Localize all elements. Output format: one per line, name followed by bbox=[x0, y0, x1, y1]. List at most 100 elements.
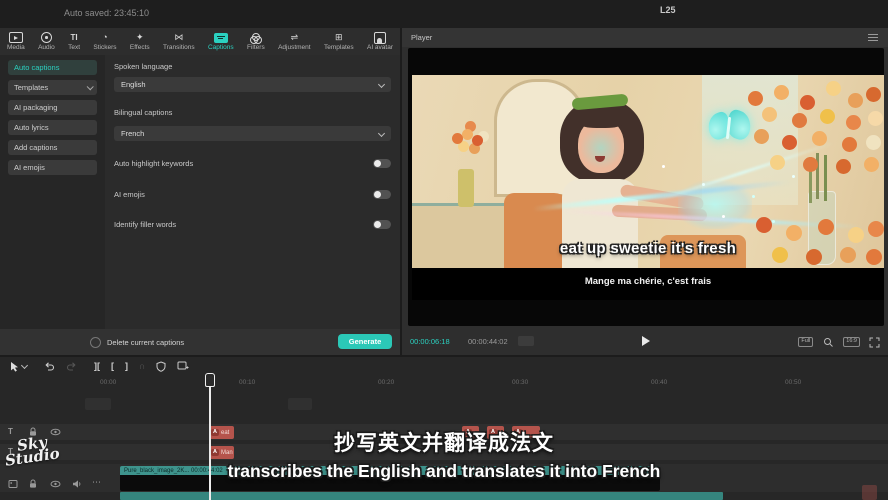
delete-left-icon[interactable]: [ bbox=[111, 362, 114, 371]
sidebar-item-add-captions[interactable]: Add captions bbox=[8, 140, 97, 155]
audio-icon bbox=[41, 32, 52, 43]
toolbar-audio[interactable]: Audio bbox=[38, 32, 55, 51]
sidebar-item-ai-packaging[interactable]: AI packaging bbox=[8, 100, 97, 115]
captions-icon bbox=[214, 32, 228, 43]
player-header: Player bbox=[402, 28, 888, 47]
overlay-subtitle-chinese: 抄写英文并翻译成法文 bbox=[0, 427, 888, 457]
ruler-tick: 00:00 bbox=[100, 379, 116, 386]
add-frame-icon[interactable] bbox=[177, 361, 189, 371]
toolbar-templates[interactable]: ⊞ Templates bbox=[324, 32, 354, 51]
window-title: L25 bbox=[660, 5, 676, 15]
captions-panel-footer: Delete current captions Generate bbox=[0, 329, 400, 355]
chevron-down-icon bbox=[87, 83, 94, 90]
stickers-icon: ◔ bbox=[102, 32, 107, 43]
playhead-handle[interactable] bbox=[205, 373, 215, 387]
left-vase bbox=[458, 169, 474, 207]
overlay-subtitle-english: transcribes the English and translates i… bbox=[0, 461, 888, 482]
delete-right-icon[interactable]: ] bbox=[125, 362, 128, 371]
total-duration: 00:00:44:02 bbox=[468, 337, 508, 346]
toolbar-transitions-label: Transitions bbox=[163, 44, 195, 51]
toolbar-stickers[interactable]: ◔ Stickers bbox=[93, 32, 116, 51]
toolbar-transitions[interactable]: ⋈ Transitions bbox=[163, 32, 195, 51]
aspect-ratio-button[interactable]: 16:9 bbox=[843, 337, 860, 347]
redo-icon[interactable] bbox=[66, 361, 77, 371]
left-bouquet bbox=[452, 133, 463, 144]
ai-emojis-label: AI emojis bbox=[114, 190, 145, 199]
play-button[interactable] bbox=[642, 336, 650, 346]
toolbar-adjustment-label: Adjustment bbox=[278, 44, 311, 51]
time-options-badge[interactable] bbox=[518, 336, 534, 346]
player-title: Player bbox=[411, 33, 432, 42]
timeline-toolbar: ][ [ ] ∩ bbox=[0, 357, 888, 375]
ruler-tick: 00:20 bbox=[378, 379, 394, 386]
player-controls: 00:00:06:18 00:00:44:02 Full 16:9 bbox=[402, 328, 888, 355]
auto-highlight-keywords-label: Auto highlight keywords bbox=[114, 159, 193, 168]
adjustment-icon: ⇌ bbox=[291, 32, 299, 43]
fullscreen-icon[interactable] bbox=[869, 337, 880, 348]
templates-icon: ⊞ bbox=[335, 32, 343, 43]
right-stems bbox=[816, 153, 819, 199]
current-time: 00:00:06:18 bbox=[410, 337, 450, 346]
auto-captions-panel: Spoken language English Bilingual captio… bbox=[105, 55, 400, 329]
auto-highlight-keywords-toggle[interactable] bbox=[373, 159, 391, 168]
toolbar-media[interactable]: Media bbox=[7, 32, 25, 51]
cabinet bbox=[412, 203, 508, 268]
bilingual-captions-label: Bilingual captions bbox=[114, 108, 172, 117]
toggle-knob bbox=[374, 191, 381, 198]
sidebar-ai-emojis-label: AI emojis bbox=[14, 163, 45, 172]
media-icon bbox=[9, 32, 23, 43]
ruler-tick: 00:40 bbox=[651, 379, 667, 386]
delete-current-captions-label: Delete current captions bbox=[107, 338, 184, 347]
ruler-tick: 00:50 bbox=[785, 379, 801, 386]
mask-shield-icon[interactable] bbox=[156, 361, 166, 372]
sidebar-ai-packaging-label: AI packaging bbox=[14, 103, 57, 112]
delete-current-captions-checkbox[interactable] bbox=[90, 337, 101, 348]
ghost-clip bbox=[85, 398, 111, 410]
caption-clip bbox=[862, 485, 877, 500]
sidebar-templates-label: Templates bbox=[14, 83, 48, 92]
toolbar-media-label: Media bbox=[7, 44, 25, 51]
toggle-knob bbox=[374, 160, 381, 167]
filters-icon bbox=[250, 32, 261, 43]
sidebar-item-auto-lyrics[interactable]: Auto lyrics bbox=[8, 120, 97, 135]
generate-button[interactable]: Generate bbox=[338, 334, 392, 349]
toolbar-stickers-label: Stickers bbox=[93, 44, 116, 51]
face-glow bbox=[580, 127, 622, 169]
identify-filler-words-label: Identify filler words bbox=[114, 220, 176, 229]
toolbar-effects[interactable]: ✦ Effects bbox=[130, 32, 150, 51]
transitions-icon: ⋈ bbox=[174, 32, 183, 43]
full-preview-button[interactable]: Full bbox=[798, 337, 813, 347]
toolbar-captions-label: Captions bbox=[208, 44, 234, 51]
timeline-ruler[interactable]: 00:00 00:10 00:20 00:30 00:40 00:50 bbox=[0, 375, 888, 392]
ruler-tick: 00:30 bbox=[512, 379, 528, 386]
effects-icon: ✦ bbox=[136, 32, 144, 43]
toolbar-ai-avatar[interactable]: AI avatar bbox=[367, 32, 393, 51]
toolbar-filters[interactable]: Filters bbox=[247, 32, 265, 51]
ghost-clip bbox=[288, 398, 312, 410]
titlebar: Auto saved: 23:45:10 L25 bbox=[0, 0, 888, 28]
ruler-tick: 00:10 bbox=[239, 379, 255, 386]
toolbar-captions[interactable]: Captions bbox=[208, 32, 234, 51]
zoom-fit-icon[interactable] bbox=[822, 336, 834, 348]
player-menu-icon[interactable] bbox=[868, 34, 878, 41]
sidebar-item-templates[interactable]: Templates bbox=[8, 80, 97, 95]
text-icon: TI bbox=[71, 32, 78, 43]
select-tool-icon[interactable] bbox=[10, 361, 27, 372]
spoken-language-select[interactable]: English bbox=[114, 77, 391, 92]
toolbar-templates-label: Templates bbox=[324, 44, 354, 51]
chevron-down-icon bbox=[378, 129, 385, 136]
magnet-icon[interactable]: ∩ bbox=[139, 362, 145, 371]
undo-icon[interactable] bbox=[44, 361, 55, 371]
bilingual-captions-select[interactable]: French bbox=[114, 126, 391, 141]
spoken-language-value: English bbox=[121, 80, 146, 89]
app-window: Auto saved: 23:45:10 L25 Media Audio TI … bbox=[0, 0, 888, 500]
identify-filler-words-toggle[interactable] bbox=[373, 220, 391, 229]
toolbar-text[interactable]: TI Text bbox=[68, 32, 80, 51]
split-clip-icon[interactable]: ][ bbox=[94, 362, 100, 371]
sidebar-item-ai-emojis[interactable]: AI emojis bbox=[8, 160, 97, 175]
video-caption-primary: eat up sweetie it's fresh bbox=[412, 240, 884, 257]
toolbar-adjustment[interactable]: ⇌ Adjustment bbox=[278, 32, 311, 51]
ai-emojis-toggle[interactable] bbox=[373, 190, 391, 199]
bottom-right-flowers bbox=[756, 217, 772, 233]
sidebar-item-auto-captions[interactable]: Auto captions bbox=[8, 60, 97, 75]
